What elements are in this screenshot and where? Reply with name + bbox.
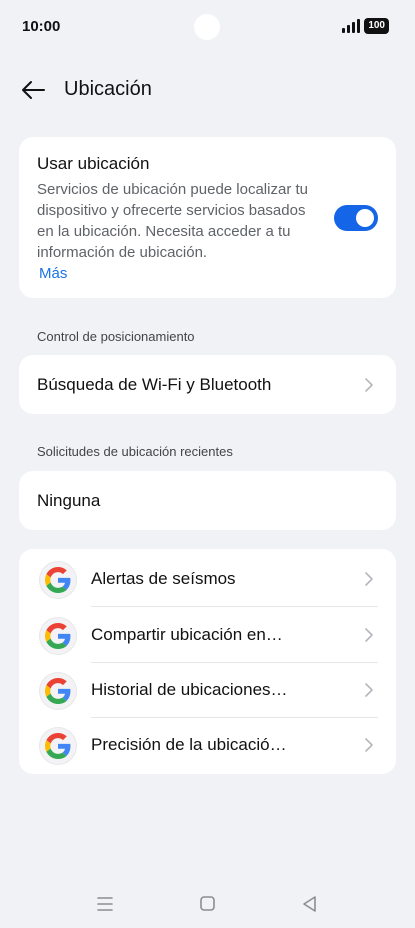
status-time: 10:00: [22, 18, 61, 35]
google-icon: [39, 672, 77, 710]
camera-cutout: [194, 14, 220, 40]
status-bar: 10:00 100: [0, 0, 415, 56]
service-item-earthquake-alerts[interactable]: Alertas de seísmos: [19, 551, 396, 607]
service-item-location-sharing[interactable]: Compartir ubicación en…: [19, 607, 396, 663]
service-label: Compartir ubicación en…: [91, 625, 283, 644]
chevron-right-icon: [365, 572, 373, 586]
use-location-toggle[interactable]: [334, 205, 378, 231]
back-triangle-icon[interactable]: [300, 895, 320, 913]
positioning-section-label: Control de posicionamiento: [37, 329, 195, 344]
service-label: Historial de ubicaciones…: [91, 680, 288, 699]
location-services-card: Alertas de seísmos Compartir ubicación e…: [19, 549, 396, 774]
service-item-location-accuracy[interactable]: Precisión de la ubicació…: [19, 717, 396, 773]
battery-icon: 100: [364, 18, 389, 34]
google-icon: [39, 561, 77, 599]
chevron-right-icon: [365, 628, 373, 642]
use-location-card: Usar ubicación Servicios de ubicación pu…: [19, 137, 396, 298]
wifi-bluetooth-scanning-label: Búsqueda de Wi-Fi y Bluetooth: [37, 375, 272, 394]
chevron-right-icon: [365, 683, 373, 697]
page-title: Ubicación: [64, 78, 152, 100]
toggle-knob: [356, 209, 374, 227]
chevron-right-icon: [365, 378, 373, 392]
signal-icon: [342, 19, 361, 33]
more-link[interactable]: Más: [39, 265, 67, 282]
back-arrow-icon[interactable]: [20, 78, 46, 102]
navigation-bar: [0, 885, 415, 921]
recent-requests-card: Ninguna: [19, 471, 396, 530]
service-label: Alertas de seísmos: [91, 569, 236, 588]
service-item-location-history[interactable]: Historial de ubicaciones…: [19, 662, 396, 718]
wifi-bluetooth-scanning-item[interactable]: Búsqueda de Wi-Fi y Bluetooth: [19, 355, 396, 414]
home-icon[interactable]: [198, 895, 218, 913]
menu-icon[interactable]: [95, 895, 115, 913]
app-header: Ubicación: [0, 70, 415, 110]
google-icon: [39, 617, 77, 655]
google-icon: [39, 727, 77, 765]
use-location-description: Servicios de ubicación puede localizar t…: [37, 181, 308, 261]
service-label: Precisión de la ubicació…: [91, 735, 287, 754]
status-icons: 100: [342, 18, 389, 34]
use-location-title: Usar ubicación: [37, 154, 150, 173]
chevron-right-icon: [365, 738, 373, 752]
recent-requests-section-label: Solicitudes de ubicación recientes: [37, 444, 233, 459]
recent-requests-value: Ninguna: [37, 491, 101, 510]
